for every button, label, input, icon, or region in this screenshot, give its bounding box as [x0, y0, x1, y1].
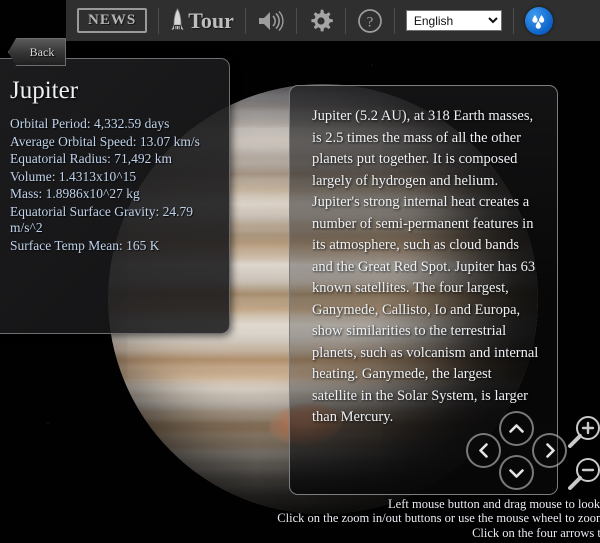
sound-button[interactable] [246, 0, 296, 41]
magnifier-plus-icon [568, 416, 600, 448]
water-droplets-logo-icon [524, 6, 553, 35]
gear-icon [311, 9, 333, 31]
question-mark-icon: ? [357, 8, 382, 33]
help-button[interactable]: ? [346, 0, 394, 41]
svg-text:?: ? [367, 14, 374, 30]
language-selector-wrap: English [395, 0, 513, 41]
rocket-icon [171, 7, 184, 30]
zoom-out-button[interactable] [566, 455, 600, 493]
fact-average-orbital-speed: Average Orbital Speed: 13.07 km/s [10, 133, 200, 149]
page-title: Jupiter [10, 77, 79, 104]
help-line-1: Left mouse button and drag mouse to look… [388, 496, 600, 511]
fact-mass: Mass: 1.8986x10^27 kg [10, 186, 140, 201]
back-button-label: Back [29, 44, 55, 59]
zoom-controls [566, 413, 600, 497]
app-logo-button[interactable] [514, 0, 564, 41]
magnifier-minus-icon [568, 458, 600, 490]
zoom-in-button[interactable] [566, 413, 600, 451]
help-instructions: Left mouse button and drag mouse to look… [0, 497, 600, 541]
settings-button[interactable] [297, 0, 345, 41]
nav-down-button[interactable] [499, 455, 534, 490]
tour-button[interactable]: Tour [159, 0, 245, 41]
navigation-pad [466, 411, 567, 491]
chevron-right-icon [545, 443, 555, 458]
tour-button-label: Tour [188, 7, 234, 33]
chevron-up-icon [509, 423, 524, 433]
speaker-icon [258, 10, 284, 31]
nav-right-button[interactable] [532, 433, 567, 468]
planet-description-text: Jupiter (5.2 AU), at 318 Earth masses, i… [312, 108, 539, 425]
nav-up-button[interactable] [499, 411, 534, 446]
language-select[interactable]: English [405, 10, 502, 31]
news-button-label: NEWS [77, 8, 148, 33]
planet-info-panel: Jupiter Orbital Period: 4,332.59 days Av… [0, 58, 230, 334]
help-line-2: Click on the zoom in/out buttons or use … [277, 511, 600, 525]
fact-surface-temp-mean: Surface Temp Mean: 165 K [10, 237, 160, 253]
nav-left-button[interactable] [466, 433, 501, 468]
fact-orbital-period: Orbital Period: 4,332.59 days [10, 116, 170, 131]
app-root: NEWS Tour ? English Back Jupiter Orbital… [0, 0, 600, 543]
back-button[interactable]: Back [8, 38, 66, 66]
fact-equatorial-surface-gravity: Equatorial Surface Gravity: 24.79 m/s^2 [10, 203, 193, 236]
top-toolbar: NEWS Tour ? English [66, 0, 600, 41]
chevron-down-icon [509, 468, 524, 478]
chevron-left-icon [478, 443, 488, 458]
fact-equatorial-radius: Equatorial Radius: 71,492 km [10, 151, 172, 166]
help-line-3: Click on the four arrows to move [472, 525, 600, 540]
fact-volume: Volume: 1.4313x10^15 [10, 168, 137, 184]
news-button[interactable]: NEWS [66, 0, 158, 41]
